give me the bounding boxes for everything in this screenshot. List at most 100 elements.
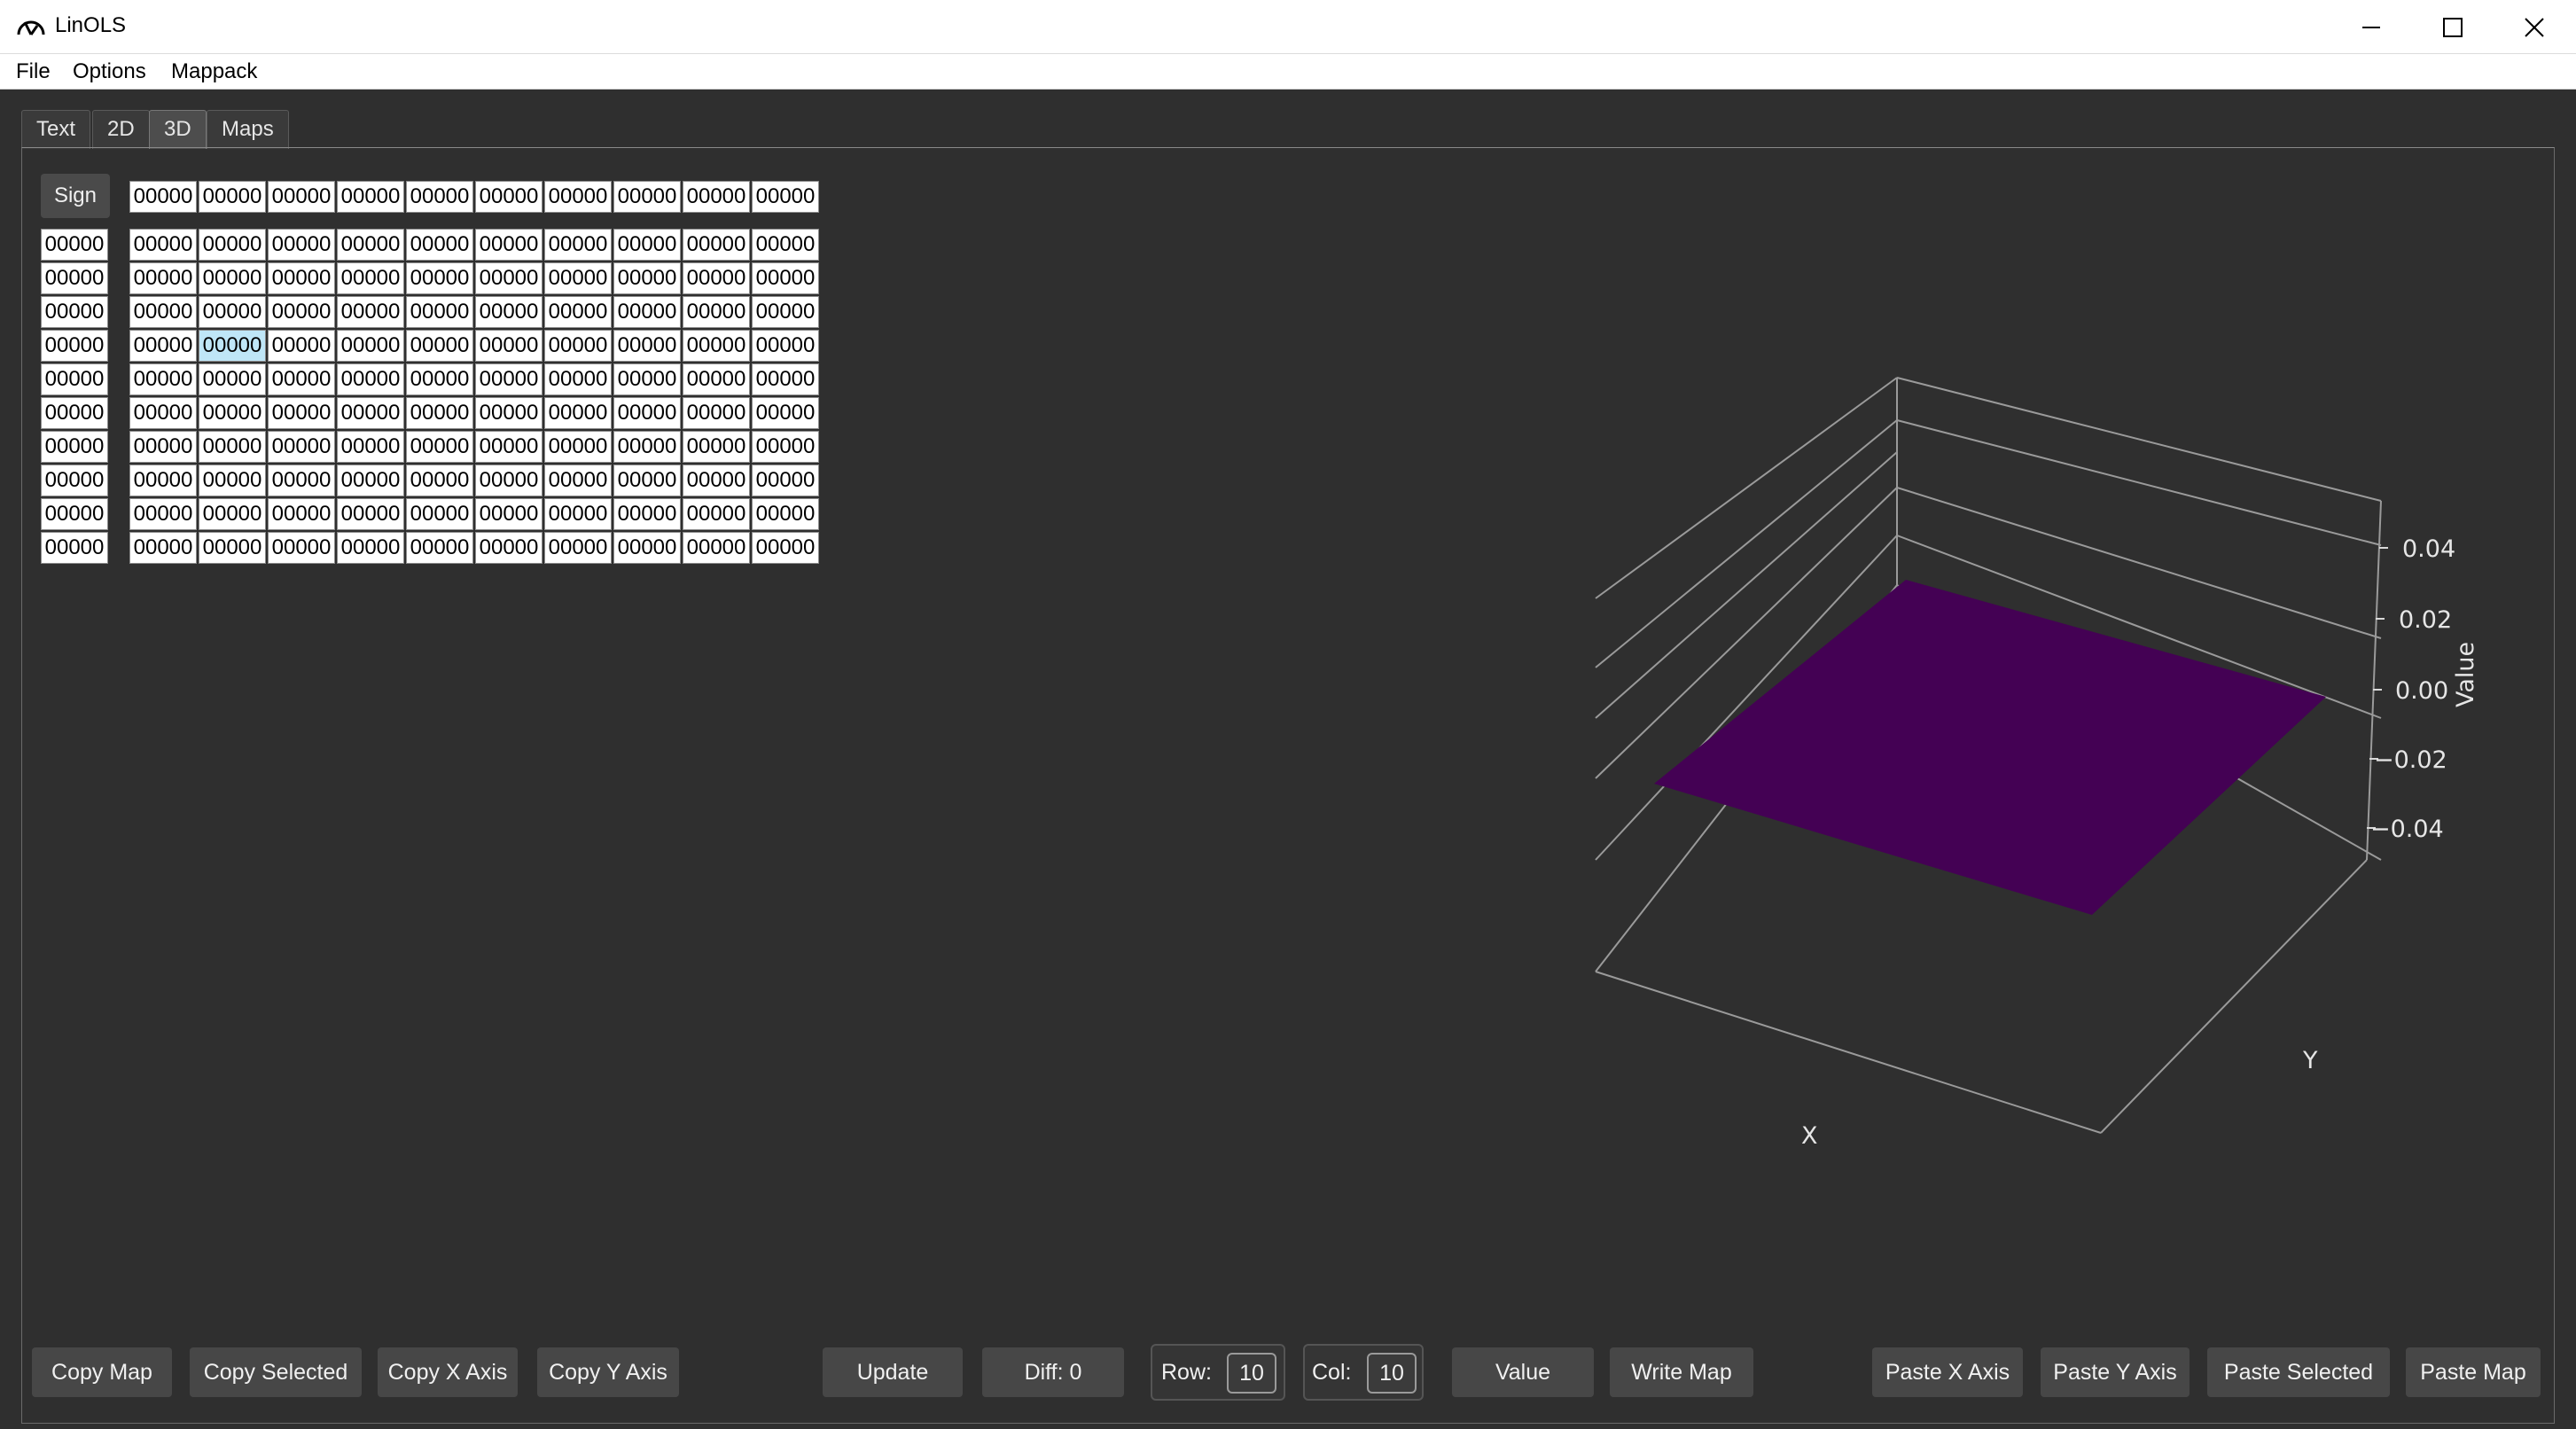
- table-cell[interactable]: 00000: [406, 397, 473, 429]
- table-cell[interactable]: 00000: [337, 532, 404, 564]
- table-cell[interactable]: 00000: [683, 465, 750, 496]
- table-cell[interactable]: 00000: [752, 262, 819, 294]
- table-cell[interactable]: 00000: [752, 363, 819, 395]
- table-cell[interactable]: 00000: [268, 532, 335, 564]
- y-axis-cell[interactable]: 00000: [41, 397, 108, 429]
- table-cell[interactable]: 00000: [337, 262, 404, 294]
- table-cell[interactable]: 00000: [752, 532, 819, 564]
- table-cell[interactable]: 00000: [199, 229, 266, 261]
- table-cell[interactable]: 00000: [199, 262, 266, 294]
- copy-selected-button[interactable]: Copy Selected: [190, 1347, 362, 1397]
- table-cell[interactable]: 00000: [752, 397, 819, 429]
- y-axis-cell[interactable]: 00000: [41, 262, 108, 294]
- table-cell[interactable]: 00000: [683, 262, 750, 294]
- x-axis-cell[interactable]: 00000: [475, 181, 543, 213]
- paste-y-axis-button[interactable]: Paste Y Axis: [2041, 1347, 2190, 1397]
- table-cell[interactable]: 00000: [406, 296, 473, 328]
- update-button[interactable]: Update: [823, 1347, 963, 1397]
- table-cell[interactable]: 00000: [475, 431, 543, 463]
- table-cell[interactable]: 00000: [406, 465, 473, 496]
- table-cell[interactable]: 00000: [544, 397, 612, 429]
- table-cell[interactable]: 00000: [613, 397, 681, 429]
- value-button[interactable]: Value: [1452, 1347, 1594, 1397]
- table-cell[interactable]: 00000: [475, 465, 543, 496]
- table-cell[interactable]: 00000: [475, 229, 543, 261]
- table-cell[interactable]: 00000: [129, 498, 197, 530]
- table-cell[interactable]: 00000: [199, 431, 266, 463]
- table-cell[interactable]: 00000: [268, 229, 335, 261]
- table-cell[interactable]: 00000: [337, 229, 404, 261]
- table-cell[interactable]: 00000: [544, 532, 612, 564]
- y-axis-cell[interactable]: 00000: [41, 431, 108, 463]
- table-cell[interactable]: 00000: [129, 431, 197, 463]
- table-cell[interactable]: 00000: [129, 397, 197, 429]
- table-cell[interactable]: 00000: [544, 262, 612, 294]
- table-cell[interactable]: 00000: [544, 229, 612, 261]
- table-cell[interactable]: 00000: [268, 296, 335, 328]
- copy-map-button[interactable]: Copy Map: [32, 1347, 172, 1397]
- x-axis-cell[interactable]: 00000: [406, 181, 473, 213]
- table-cell[interactable]: 00000: [199, 532, 266, 564]
- table-cell[interactable]: 00000: [683, 431, 750, 463]
- table-cell[interactable]: 00000: [337, 330, 404, 362]
- maximize-button[interactable]: [2413, 0, 2493, 54]
- table-cell[interactable]: 00000: [129, 330, 197, 362]
- table-cell[interactable]: 00000: [544, 330, 612, 362]
- table-cell[interactable]: 00000: [268, 465, 335, 496]
- table-cell[interactable]: 00000: [406, 431, 473, 463]
- table-cell[interactable]: 00000: [752, 330, 819, 362]
- table-cell[interactable]: 00000: [129, 532, 197, 564]
- table-cell[interactable]: 00000: [613, 262, 681, 294]
- table-cell[interactable]: 00000: [268, 397, 335, 429]
- table-cell[interactable]: 00000: [199, 397, 266, 429]
- paste-selected-button[interactable]: Paste Selected: [2207, 1347, 2390, 1397]
- table-cell[interactable]: 00000: [475, 330, 543, 362]
- x-axis-cell[interactable]: 00000: [337, 181, 404, 213]
- table-cell[interactable]: 00000: [406, 532, 473, 564]
- table-cell[interactable]: 00000: [475, 397, 543, 429]
- copy-x-axis-button[interactable]: Copy X Axis: [378, 1347, 518, 1397]
- y-axis-cell[interactable]: 00000: [41, 229, 108, 261]
- table-cell[interactable]: 00000: [752, 296, 819, 328]
- table-cell[interactable]: 00000: [683, 532, 750, 564]
- y-axis-cell[interactable]: 00000: [41, 330, 108, 362]
- table-cell[interactable]: 00000: [337, 498, 404, 530]
- table-cell[interactable]: 00000: [199, 465, 266, 496]
- table-cell[interactable]: 00000: [752, 431, 819, 463]
- table-cell[interactable]: 00000: [337, 363, 404, 395]
- table-cell[interactable]: 00000: [613, 465, 681, 496]
- table-cell[interactable]: 00000: [406, 330, 473, 362]
- table-cell[interactable]: 00000: [475, 296, 543, 328]
- table-cell[interactable]: 00000: [475, 532, 543, 564]
- table-cell[interactable]: 00000: [268, 431, 335, 463]
- table-cell[interactable]: 00000: [268, 498, 335, 530]
- close-button[interactable]: [2494, 0, 2574, 54]
- table-cell[interactable]: 00000: [683, 330, 750, 362]
- table-cell[interactable]: 00000: [752, 498, 819, 530]
- table-cell[interactable]: 00000: [613, 229, 681, 261]
- table-cell[interactable]: 00000: [406, 262, 473, 294]
- x-axis-cell[interactable]: 00000: [544, 181, 612, 213]
- table-cell[interactable]: 00000: [268, 330, 335, 362]
- table-cell[interactable]: 00000: [129, 262, 197, 294]
- table-cell[interactable]: 00000: [683, 498, 750, 530]
- paste-x-axis-button[interactable]: Paste X Axis: [1872, 1347, 2023, 1397]
- table-cell[interactable]: 00000: [129, 465, 197, 496]
- x-axis-cell[interactable]: 00000: [129, 181, 197, 213]
- table-cell[interactable]: 00000: [683, 296, 750, 328]
- y-axis-cell[interactable]: 00000: [41, 465, 108, 496]
- tab-2d[interactable]: 2D: [92, 110, 150, 149]
- table-cell[interactable]: 00000: [613, 363, 681, 395]
- table-cell[interactable]: 00000: [199, 363, 266, 395]
- table-cell[interactable]: 00000: [199, 498, 266, 530]
- table-cell[interactable]: 00000: [337, 431, 404, 463]
- table-cell[interactable]: 00000: [406, 498, 473, 530]
- table-cell[interactable]: 00000: [683, 397, 750, 429]
- table-cell[interactable]: 00000: [475, 498, 543, 530]
- y-axis-cell[interactable]: 00000: [41, 498, 108, 530]
- table-cell[interactable]: 00000: [544, 465, 612, 496]
- tab-text[interactable]: Text: [21, 110, 91, 149]
- table-cell[interactable]: 00000: [268, 262, 335, 294]
- table-cell[interactable]: 00000: [613, 532, 681, 564]
- x-axis-cell[interactable]: 00000: [752, 181, 819, 213]
